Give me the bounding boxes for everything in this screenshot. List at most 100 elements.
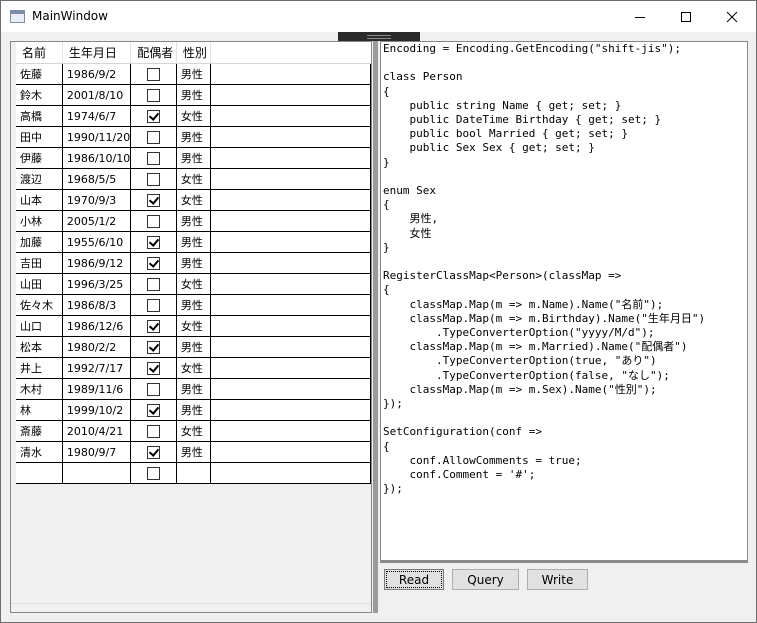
cell-sex[interactable]: 男性: [176, 336, 211, 358]
cell-birthday[interactable]: 1986/10/10: [62, 147, 132, 169]
column-header-sex[interactable]: 性別: [176, 42, 211, 64]
cell-birthday[interactable]: 2010/4/21: [62, 420, 132, 442]
cell-sex[interactable]: 男性: [176, 252, 211, 274]
cell-name[interactable]: 渡辺: [16, 168, 63, 190]
cell-name[interactable]: 林: [16, 399, 63, 421]
code-editor[interactable]: Encoding = Encoding.GetEncoding("shift-j…: [380, 41, 748, 562]
cell-birthday[interactable]: 1990/11/20: [62, 126, 132, 148]
cell-birthday[interactable]: 1986/8/3: [62, 294, 132, 316]
married-checkbox[interactable]: [147, 88, 161, 102]
cell-married[interactable]: [130, 441, 177, 463]
cell-sex[interactable]: 女性: [176, 105, 211, 127]
cell-married[interactable]: [130, 399, 177, 421]
cell-name[interactable]: 山本: [16, 189, 63, 211]
married-checkbox[interactable]: [147, 277, 161, 291]
cell-sex[interactable]: 男性: [176, 126, 211, 148]
cell-married[interactable]: [130, 462, 177, 484]
table-row[interactable]: 佐藤 1986/9/2 男性: [16, 63, 372, 85]
cell-name[interactable]: 山口: [16, 315, 63, 337]
table-row[interactable]: 鈴木 2001/8/10 男性: [16, 84, 372, 106]
cell-birthday[interactable]: 1974/6/7: [62, 105, 132, 127]
horizontal-splitter[interactable]: [380, 560, 748, 563]
married-checkbox[interactable]: [147, 340, 161, 354]
table-row[interactable]: 小林 2005/1/2 男性: [16, 210, 372, 232]
cell-sex[interactable]: [176, 462, 211, 484]
cell-name[interactable]: 鈴木: [16, 84, 63, 106]
cell-married[interactable]: [130, 420, 177, 442]
cell-married[interactable]: [130, 210, 177, 232]
table-row[interactable]: 斎藤 2010/4/21 女性: [16, 420, 372, 442]
cell-birthday[interactable]: 1996/3/25: [62, 273, 132, 295]
married-checkbox[interactable]: [147, 172, 161, 186]
married-checkbox[interactable]: [147, 67, 161, 81]
write-button[interactable]: Write: [527, 569, 588, 590]
cell-married[interactable]: [130, 294, 177, 316]
cell-sex[interactable]: 男性: [176, 84, 211, 106]
table-row[interactable]: 渡辺 1968/5/5 女性: [16, 168, 372, 190]
cell-birthday[interactable]: 2001/8/10: [62, 84, 132, 106]
married-checkbox[interactable]: [147, 445, 161, 459]
table-row[interactable]: 松本 1980/2/2 男性: [16, 336, 372, 358]
cell-married[interactable]: [130, 84, 177, 106]
cell-name[interactable]: 吉田: [16, 252, 63, 274]
table-row[interactable]: 木村 1989/11/6 男性: [16, 378, 372, 400]
cell-married[interactable]: [130, 168, 177, 190]
cell-birthday[interactable]: [62, 462, 132, 484]
cell-birthday[interactable]: 1989/11/6: [62, 378, 132, 400]
married-checkbox[interactable]: [147, 466, 161, 480]
married-checkbox[interactable]: [147, 403, 161, 417]
cell-sex[interactable]: 女性: [176, 273, 211, 295]
table-row[interactable]: [16, 462, 372, 484]
cell-married[interactable]: [130, 315, 177, 337]
cell-sex[interactable]: 男性: [176, 399, 211, 421]
married-checkbox[interactable]: [147, 109, 161, 123]
close-button[interactable]: [709, 1, 755, 32]
cell-birthday[interactable]: 1980/9/7: [62, 441, 132, 463]
read-button[interactable]: Read: [384, 569, 444, 590]
cell-sex[interactable]: 女性: [176, 420, 211, 442]
married-checkbox[interactable]: [147, 235, 161, 249]
cell-birthday[interactable]: 1999/10/2: [62, 399, 132, 421]
cell-name[interactable]: 井上: [16, 357, 63, 379]
cell-birthday[interactable]: 1986/9/12: [62, 252, 132, 274]
cell-sex[interactable]: 女性: [176, 189, 211, 211]
cell-married[interactable]: [130, 378, 177, 400]
cell-sex[interactable]: 男性: [176, 294, 211, 316]
cell-sex[interactable]: 男性: [176, 441, 211, 463]
column-header-birthday[interactable]: 生年月日: [62, 42, 132, 64]
cell-sex[interactable]: 男性: [176, 378, 211, 400]
cell-birthday[interactable]: 1980/2/2: [62, 336, 132, 358]
married-checkbox[interactable]: [147, 214, 161, 228]
maximize-button[interactable]: [663, 1, 709, 32]
cell-sex[interactable]: 男性: [176, 231, 211, 253]
cell-name[interactable]: [16, 462, 63, 484]
cell-sex[interactable]: 女性: [176, 357, 211, 379]
table-row[interactable]: 吉田 1986/9/12 男性: [16, 252, 372, 274]
cell-birthday[interactable]: 1986/12/6: [62, 315, 132, 337]
cell-married[interactable]: [130, 252, 177, 274]
cell-name[interactable]: 小林: [16, 210, 63, 232]
cell-married[interactable]: [130, 105, 177, 127]
cell-married[interactable]: [130, 357, 177, 379]
cell-sex[interactable]: 女性: [176, 315, 211, 337]
cell-name[interactable]: 佐藤: [16, 63, 63, 85]
married-checkbox[interactable]: [147, 298, 161, 312]
table-row[interactable]: 佐々木 1986/8/3 男性: [16, 294, 372, 316]
cell-sex[interactable]: 男性: [176, 210, 211, 232]
code-text[interactable]: Encoding = Encoding.GetEncoding("shift-j…: [381, 42, 747, 497]
cell-birthday[interactable]: 1955/6/10: [62, 231, 132, 253]
column-header-married[interactable]: 配偶者: [130, 42, 177, 64]
table-row[interactable]: 田中 1990/11/20 男性: [16, 126, 372, 148]
table-row[interactable]: 高橋 1974/6/7 女性: [16, 105, 372, 127]
cell-name[interactable]: 山田: [16, 273, 63, 295]
cell-married[interactable]: [130, 231, 177, 253]
title-bar[interactable]: MainWindow: [1, 1, 756, 32]
cell-name[interactable]: 伊藤: [16, 147, 63, 169]
cell-married[interactable]: [130, 63, 177, 85]
vertical-splitter[interactable]: [373, 41, 378, 613]
table-row[interactable]: 伊藤 1986/10/10 男性: [16, 147, 372, 169]
column-header-name[interactable]: 名前: [16, 42, 63, 64]
table-row[interactable]: 井上 1992/7/17 女性: [16, 357, 372, 379]
cell-name[interactable]: 田中: [16, 126, 63, 148]
table-row[interactable]: 山本 1970/9/3 女性: [16, 189, 372, 211]
